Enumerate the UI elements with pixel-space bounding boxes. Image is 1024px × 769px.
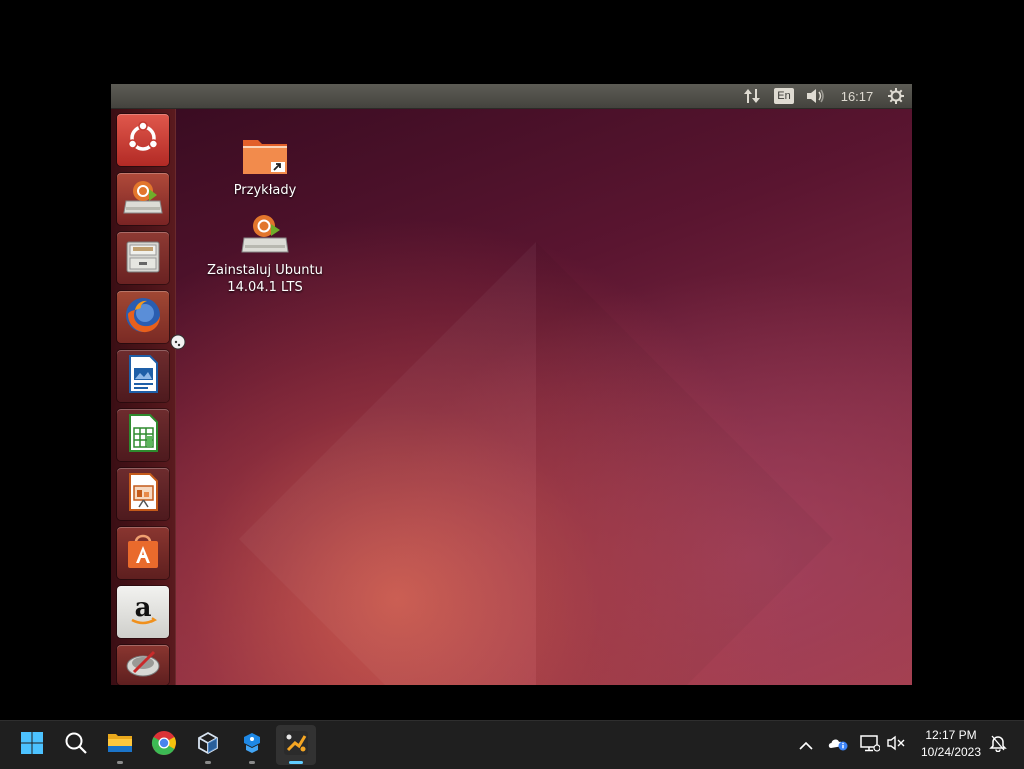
monitor-network-icon xyxy=(860,734,881,756)
launcher-dash-home[interactable] xyxy=(117,114,169,166)
volume-icon[interactable] xyxy=(804,84,828,108)
running-indicator xyxy=(249,761,255,764)
ubuntu-vm-window[interactable]: En 16:17 a Przykłady Zainstaluj Ubuntu 1… xyxy=(111,84,912,685)
launcher-system-settings[interactable] xyxy=(117,645,169,685)
impress-icon xyxy=(123,471,163,517)
taskbar-file-explorer[interactable] xyxy=(100,725,140,765)
cloud-info-icon xyxy=(827,735,849,755)
system-gear-icon[interactable] xyxy=(885,84,907,108)
windows-taskbar: 12:17 PM 10/24/2023 xyxy=(0,720,1024,769)
folder-icon xyxy=(107,732,133,758)
launcher-libreoffice-calc[interactable] xyxy=(117,409,169,461)
launcher-libreoffice-impress[interactable] xyxy=(117,468,169,520)
chevron-up-icon xyxy=(799,736,813,755)
network-tray-button[interactable] xyxy=(858,721,882,769)
installer-icon xyxy=(121,175,165,223)
ubuntu-vm-icon xyxy=(283,730,309,760)
onedrive-tray-button[interactable] xyxy=(826,721,850,769)
search-icon xyxy=(64,731,88,759)
running-indicator xyxy=(205,761,211,764)
windows-start-icon xyxy=(20,731,44,759)
amazon-icon: a xyxy=(123,590,163,634)
firefox-icon xyxy=(122,294,164,340)
launcher-libreoffice-writer[interactable] xyxy=(117,350,169,402)
blue-cube-icon xyxy=(240,731,264,759)
running-indicator xyxy=(117,761,123,764)
calc-icon xyxy=(123,412,163,458)
desktop-icon-label: Przykłady xyxy=(233,183,297,198)
launcher-firefox[interactable] xyxy=(117,291,169,343)
taskbar-app-blue[interactable] xyxy=(232,725,272,765)
desktop-icon-install-ubuntu[interactable]: Zainstaluj Ubuntu 14.04.1 LTS xyxy=(195,212,335,296)
start-button[interactable] xyxy=(12,725,52,765)
speaker-muted-icon xyxy=(886,735,906,755)
clock-date: 10/24/2023 xyxy=(920,745,982,759)
settings-icon xyxy=(122,646,164,684)
show-hidden-icons-button[interactable] xyxy=(794,721,818,769)
panel-clock[interactable]: 16:17 xyxy=(837,84,877,108)
keyboard-language-indicator[interactable]: En xyxy=(773,84,795,108)
launcher-files[interactable] xyxy=(117,232,169,284)
file-cabinet-icon xyxy=(123,236,163,280)
network-transfer-icon[interactable] xyxy=(741,84,763,108)
ubuntu-logo-icon xyxy=(125,120,161,160)
launcher-amazon[interactable]: a xyxy=(117,586,169,638)
installer-icon xyxy=(240,215,290,260)
ubuntu-desktop[interactable]: Przykłady Zainstaluj Ubuntu 14.04.1 LTS xyxy=(176,109,912,685)
desktop-icon-label: Zainstaluj Ubuntu 14.04.1 LTS xyxy=(207,263,323,295)
taskbar-virtualbox[interactable] xyxy=(188,725,228,765)
notification-bell-icon xyxy=(989,734,1007,756)
ubuntu-top-panel: En 16:17 xyxy=(111,84,912,109)
system-clock[interactable]: 12:17 PM 10/24/2023 xyxy=(912,727,990,761)
notifications-button[interactable] xyxy=(986,721,1010,769)
launcher-install-ubuntu[interactable] xyxy=(117,173,169,225)
mouse-cursor-busy-icon xyxy=(170,334,186,350)
taskbar-search-button[interactable] xyxy=(56,725,96,765)
chrome-icon xyxy=(151,730,177,760)
virtualbox-icon xyxy=(196,731,220,759)
active-indicator xyxy=(289,761,303,764)
shopping-bag-icon xyxy=(122,530,164,576)
svg-text:a: a xyxy=(135,593,152,623)
folder-link-icon xyxy=(241,140,289,180)
writer-icon xyxy=(123,353,163,399)
launcher-ubuntu-software-center[interactable] xyxy=(117,527,169,579)
unity-launcher: a xyxy=(111,109,176,685)
clock-time: 12:17 PM xyxy=(925,728,977,742)
desktop-icon-examples[interactable]: Przykłady xyxy=(195,134,335,199)
taskbar-chrome[interactable] xyxy=(144,725,184,765)
language-label: En xyxy=(774,88,794,104)
taskbar-active-vm-app[interactable] xyxy=(276,725,316,765)
volume-tray-button[interactable] xyxy=(884,721,908,769)
